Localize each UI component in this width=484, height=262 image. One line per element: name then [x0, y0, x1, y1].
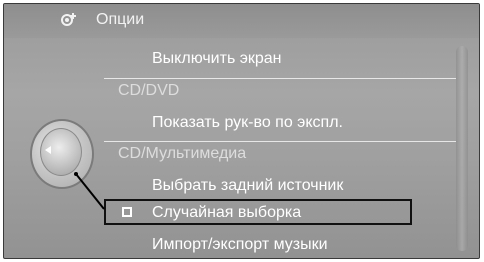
- callout-line: [74, 172, 105, 210]
- idrive-screen: Опции Выключить экран CD/DVD Показать ру…: [3, 3, 480, 259]
